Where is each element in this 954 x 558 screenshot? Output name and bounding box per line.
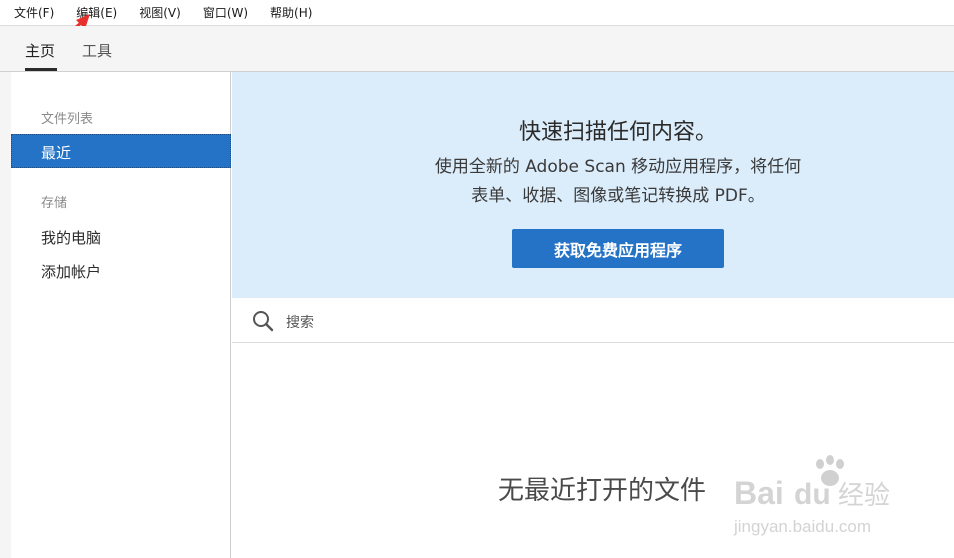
banner-line-1: 使用全新的 Adobe Scan 移动应用程序，将任何 xyxy=(434,157,802,177)
scan-promo-banner: 快速扫描任何内容。 使用全新的 Adobe Scan 移动应用程序，将任何 表单… xyxy=(232,72,954,298)
svg-text:Bai: Bai xyxy=(734,475,784,511)
sidebar-item-add-account[interactable]: 添加帐户 xyxy=(41,261,101,282)
menu-window[interactable]: 窗口(W) xyxy=(199,2,252,23)
get-free-app-button[interactable]: 获取免费应用程序 xyxy=(512,229,724,268)
sidebar-item-recent-label: 最近 xyxy=(41,144,72,162)
svg-text:经验: 经验 xyxy=(838,481,890,511)
banner-line-2: 表单、收据、图像或笔记转换成 PDF。 xyxy=(471,186,765,206)
search-bar[interactable]: 搜索 xyxy=(232,298,954,343)
tab-tools[interactable]: 工具 xyxy=(82,40,112,61)
banner-title: 快速扫描任何内容。 xyxy=(518,120,717,145)
sidebar-item-recent[interactable]: 最近 xyxy=(11,134,231,168)
empty-state-message: 无最近打开的文件 xyxy=(498,476,707,506)
active-tab-indicator xyxy=(25,68,57,71)
search-input[interactable]: 搜索 xyxy=(286,312,314,332)
sidebar-heading-storage: 存储 xyxy=(41,196,68,211)
left-gutter xyxy=(0,72,11,558)
menu-help[interactable]: 帮助(H) xyxy=(266,2,316,23)
sidebar: 文件列表 最近 存储 我的电脑 添加帐户 xyxy=(11,72,231,558)
sidebar-heading-files: 文件列表 xyxy=(41,112,94,127)
tab-home[interactable]: 主页 xyxy=(25,40,55,61)
sidebar-item-my-computer[interactable]: 我的电脑 xyxy=(41,227,101,248)
svg-text:du: du xyxy=(794,478,831,511)
search-icon xyxy=(253,311,274,332)
menu-view[interactable]: 视图(V) xyxy=(135,2,185,23)
menu-bar: 文件(F) 编辑(E) 视图(V) 窗口(W) 帮助(H) xyxy=(0,0,954,26)
svg-text:jingyan.baidu.com: jingyan.baidu.com xyxy=(733,517,871,536)
baidu-watermark-logo: Bai du 经验 jingyan.baidu.com xyxy=(733,455,890,536)
tab-bar: 主页 工具 xyxy=(0,26,954,72)
